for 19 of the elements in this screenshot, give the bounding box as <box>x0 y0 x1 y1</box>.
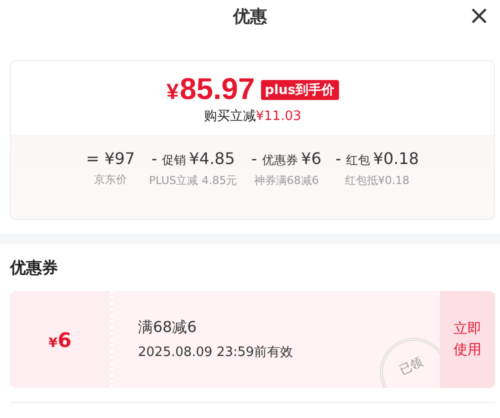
breakdown-value: - 促销 ¥4.85 <box>151 149 235 169</box>
breakdown-value: - 红包 ¥0.18 <box>335 149 419 169</box>
breakdown-note: 红包抵¥0.18 <box>344 173 410 188</box>
coupon-validity: 2025.08.09 23:59前有效 <box>138 344 294 361</box>
breakdown-value: - 优惠券 ¥6 <box>251 149 322 169</box>
coupon-value: ¥6 <box>48 328 72 352</box>
coupon-condition: 满68减6 <box>138 318 198 337</box>
plus-price-tag: plus到手价 <box>260 80 339 100</box>
breakdown-note: PLUS立减 4.85元 <box>148 173 238 188</box>
close-button[interactable]: × <box>464 2 494 30</box>
page-title: 优惠 <box>233 6 267 28</box>
section-title: 优惠券 <box>10 258 59 279</box>
use-now-button[interactable]: 立即使用 <box>440 291 495 388</box>
savings-label: 购买立减 <box>204 109 256 124</box>
final-price: ¥85.97 <box>166 73 255 107</box>
breakdown-note: 京东价 <box>94 172 127 187</box>
savings-amount: ¥11.03 <box>256 109 302 124</box>
breakdown-value: = ¥97 <box>86 149 135 168</box>
breakdown-note: 神券满68减6 <box>254 173 319 188</box>
